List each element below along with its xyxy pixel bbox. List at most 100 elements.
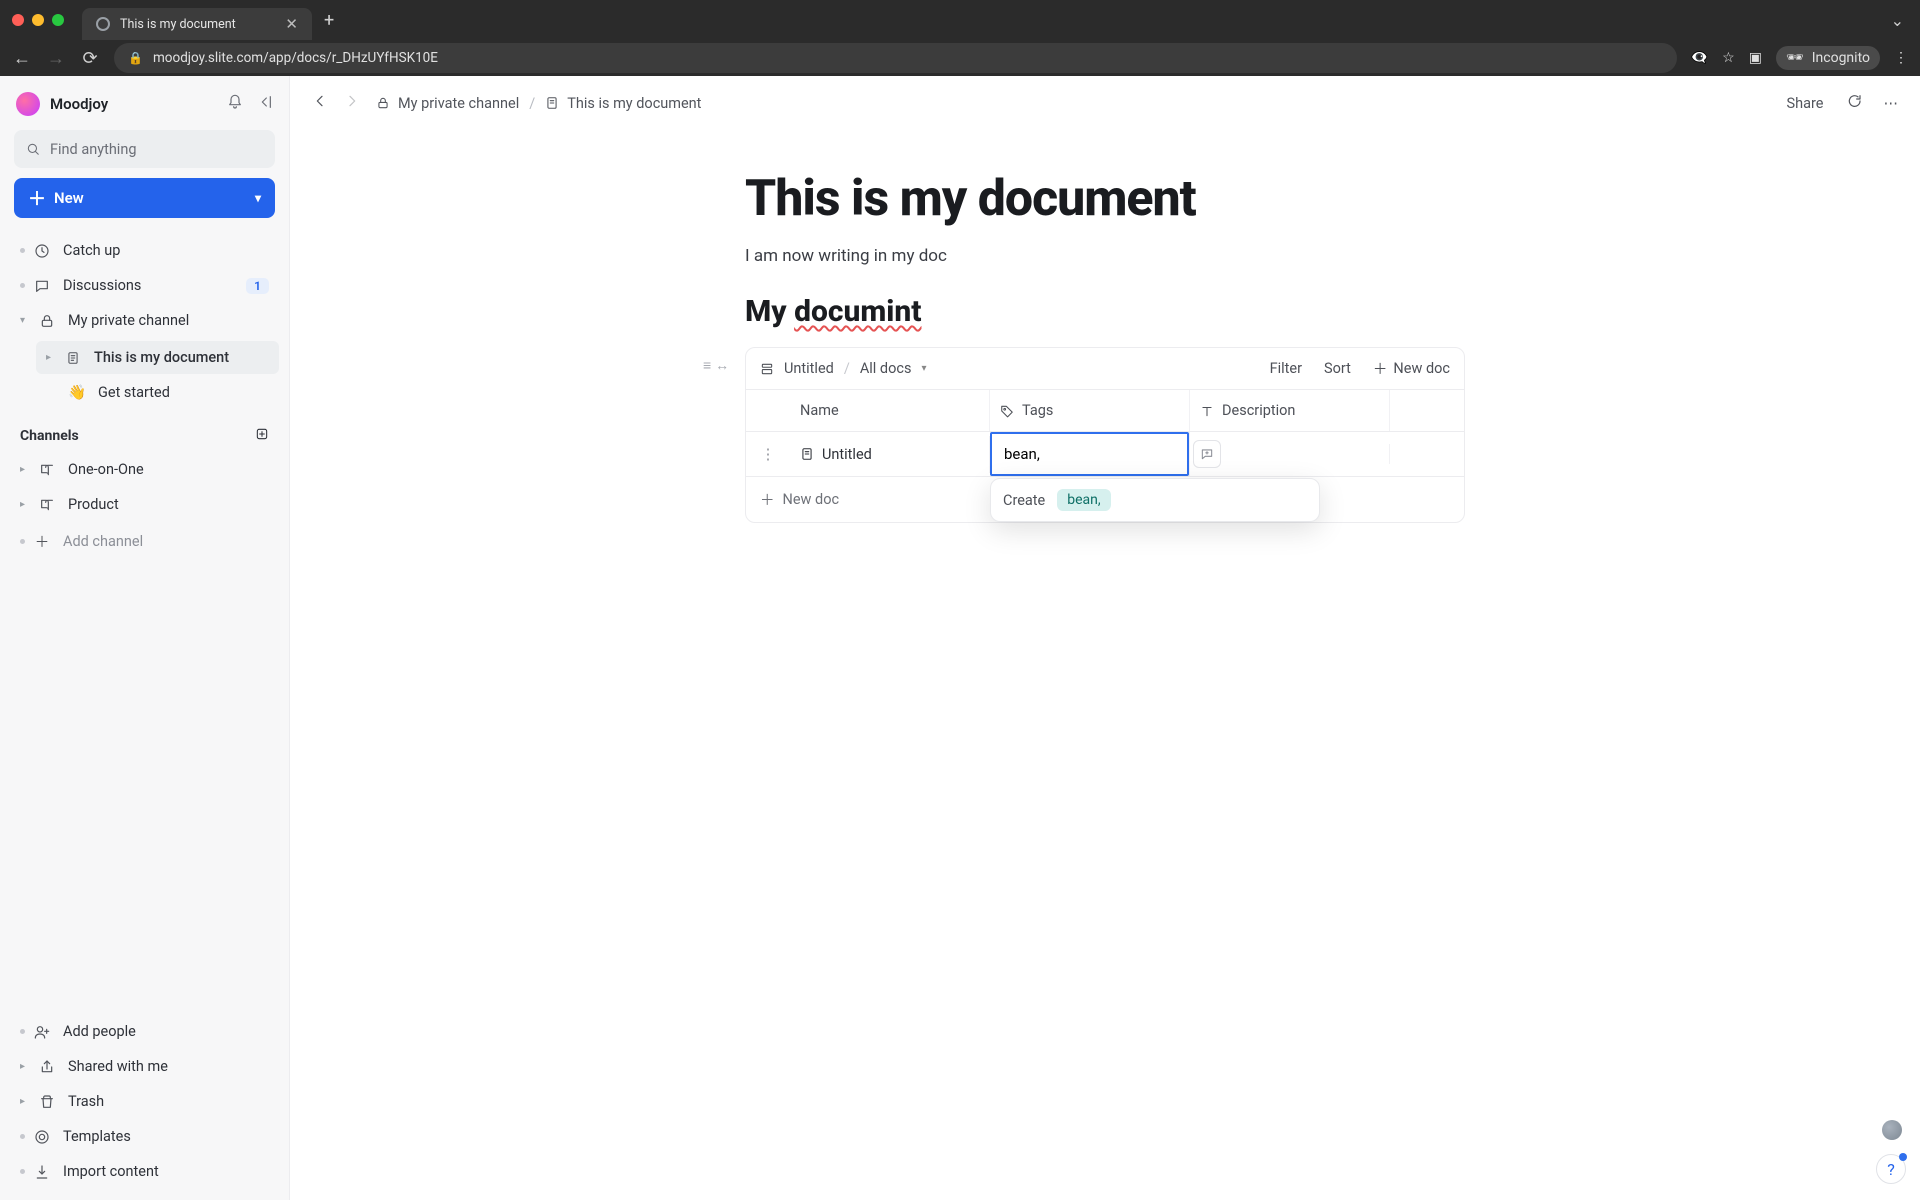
collection-scope[interactable]: All docs <box>860 360 912 377</box>
nav-back-icon[interactable]: ← <box>12 48 32 69</box>
nav-reload-icon[interactable]: ⟳ <box>80 48 100 69</box>
presence-avatar-icon[interactable] <box>1882 1120 1902 1140</box>
chevron-right-icon[interactable]: ▸ <box>20 499 30 510</box>
nav-label: Import content <box>63 1163 159 1180</box>
nav-templates[interactable]: Templates <box>10 1120 279 1153</box>
bullet-icon <box>20 1029 25 1034</box>
nav-catch-up[interactable]: Catch up <box>10 234 279 267</box>
breadcrumb-channel-label: My private channel <box>398 95 519 112</box>
bookmark-star-icon[interactable]: ☆ <box>1722 50 1735 66</box>
breadcrumb-separator: / <box>529 95 535 112</box>
nav-get-started[interactable]: 👋 Get started <box>36 376 279 409</box>
incognito-indicator[interactable]: 🕶 Incognito <box>1776 46 1880 70</box>
comments-icon[interactable] <box>1846 93 1862 113</box>
collapse-sidebar-icon[interactable] <box>257 94 273 114</box>
nav-my-private-channel[interactable]: ▾ My private channel <box>10 304 279 337</box>
window-controls[interactable] <box>12 14 64 26</box>
favicon-icon <box>96 17 110 31</box>
templates-icon <box>33 1129 51 1145</box>
nav-shared-with-me[interactable]: ▸ Shared with me <box>10 1050 279 1083</box>
row-tags-cell[interactable]: Create bean, <box>990 432 1190 476</box>
search-icon <box>26 142 40 156</box>
download-icon <box>33 1164 51 1180</box>
notifications-bell-icon[interactable] <box>227 94 243 114</box>
incognito-icon: 🕶 <box>1786 50 1804 66</box>
search-input[interactable]: Find anything <box>14 130 275 168</box>
drag-handle-icon[interactable]: ≡ <box>703 357 711 374</box>
nav-doc-current[interactable]: ▸ This is my document <box>36 341 279 374</box>
breadcrumb-channel[interactable]: My private channel <box>376 95 519 112</box>
tag-chip[interactable]: bean, <box>1057 489 1110 511</box>
heading-prefix: My <box>745 294 794 329</box>
chevron-right-icon[interactable]: ▸ <box>20 1096 30 1107</box>
book-icon <box>38 497 56 513</box>
nav-label: This is my document <box>94 349 229 366</box>
history-forward-icon[interactable] <box>344 93 360 113</box>
chevron-down-icon[interactable]: ▾ <box>20 315 30 326</box>
channel-product[interactable]: ▸ Product <box>10 488 279 521</box>
tag-create-popover[interactable]: Create bean, <box>990 478 1320 522</box>
tab-title: This is my document <box>120 17 236 32</box>
new-button[interactable]: ＋ New ▾ <box>14 178 275 218</box>
help-button[interactable]: ? <box>1876 1154 1906 1184</box>
doc-heading[interactable]: My documint <box>745 294 1465 329</box>
close-window-icon[interactable] <box>12 14 24 26</box>
column-tags[interactable]: Tags <box>990 390 1190 431</box>
add-channel[interactable]: ＋ Add channel <box>10 523 279 560</box>
sort-button[interactable]: Sort <box>1324 360 1351 377</box>
plus-icon: ＋ <box>760 489 775 510</box>
history-back-icon[interactable] <box>312 93 328 113</box>
trash-icon <box>38 1094 56 1110</box>
column-description[interactable]: Description <box>1190 390 1390 431</box>
nav-discussions[interactable]: Discussions 1 <box>10 269 279 302</box>
topbar: My private channel / This is my document… <box>290 76 1920 130</box>
chevron-down-icon[interactable]: ▾ <box>255 191 261 205</box>
block-handles[interactable]: ≡ ↔ <box>703 357 729 374</box>
chevron-right-icon[interactable]: ▸ <box>46 352 56 363</box>
new-doc-button[interactable]: ＋New doc <box>1373 358 1450 379</box>
channel-one-on-one[interactable]: ▸ One-on-One <box>10 453 279 486</box>
nav-label: Templates <box>63 1128 131 1145</box>
page-title[interactable]: This is my document <box>745 170 1465 228</box>
chevron-down-icon[interactable]: ▾ <box>921 363 926 374</box>
kebab-menu-icon[interactable]: ⋮ <box>1894 50 1908 66</box>
maximize-window-icon[interactable] <box>52 14 64 26</box>
doc-paragraph[interactable]: I am now writing in my doc <box>745 246 1465 266</box>
channels-label: Channels <box>20 428 79 444</box>
collection-toolbar: Untitled / All docs ▾ Filter Sort ＋New d… <box>746 348 1464 390</box>
resize-handle-icon[interactable]: ↔ <box>715 357 729 374</box>
minimize-window-icon[interactable] <box>32 14 44 26</box>
column-name[interactable]: Name <box>790 390 990 431</box>
nav-import-content[interactable]: Import content <box>10 1155 279 1188</box>
eye-off-icon[interactable]: 👁‍🗨 <box>1691 50 1708 66</box>
share-button[interactable]: Share <box>1787 95 1824 112</box>
browser-tab-active[interactable]: This is my document ✕ <box>82 8 312 40</box>
share-out-icon <box>38 1059 56 1075</box>
row-description-cell[interactable] <box>1190 444 1390 464</box>
text-icon <box>1200 404 1214 418</box>
nav-label: My private channel <box>68 312 189 329</box>
chevron-right-icon[interactable]: ▸ <box>20 1061 30 1072</box>
tab-overflow-icon[interactable]: ⌄ <box>1891 11 1920 30</box>
row-name-cell[interactable]: Untitled <box>790 436 990 473</box>
row-menu-button[interactable]: ⋮ <box>746 436 790 473</box>
more-menu-icon[interactable]: ⋯ <box>1884 95 1899 112</box>
breadcrumb: My private channel / This is my document <box>376 95 701 112</box>
doc-icon <box>800 447 814 461</box>
add-channel-section-icon[interactable] <box>255 427 269 445</box>
nav-forward-icon[interactable]: → <box>46 48 66 69</box>
workspace-switcher[interactable]: Moodjoy <box>10 86 279 128</box>
extensions-icon[interactable]: ▣ <box>1749 50 1762 66</box>
breadcrumb-doc[interactable]: This is my document <box>545 95 701 112</box>
nav-add-people[interactable]: Add people <box>10 1015 279 1048</box>
filter-button[interactable]: Filter <box>1270 360 1302 377</box>
close-tab-icon[interactable]: ✕ <box>285 15 298 33</box>
address-bar[interactable]: 🔒 moodjoy.slite.com/app/docs/r_DHzUYfHSK… <box>114 43 1677 73</box>
new-tab-button[interactable]: + <box>312 10 346 31</box>
tag-input[interactable] <box>990 432 1189 476</box>
nav-trash[interactable]: ▸ Trash <box>10 1085 279 1118</box>
chevron-right-icon[interactable]: ▸ <box>20 464 30 475</box>
collection-title[interactable]: Untitled <box>784 360 834 377</box>
wave-emoji-icon: 👋 <box>68 384 86 401</box>
lock-icon <box>376 96 390 110</box>
